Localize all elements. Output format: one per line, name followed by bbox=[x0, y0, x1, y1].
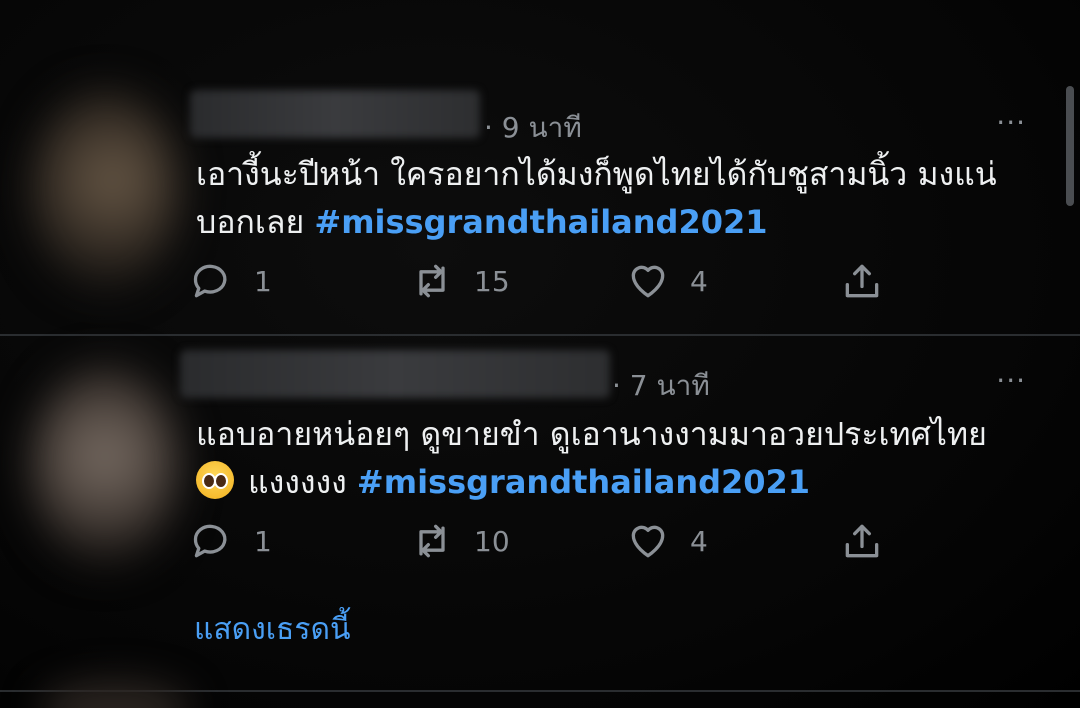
blurred-username[interactable] bbox=[180, 350, 610, 398]
timeline: · 9 นาที ··· เอางี้นะปีหน้า ใครอยากได้มง… bbox=[0, 0, 1080, 708]
reply-button[interactable]: 1 bbox=[190, 256, 272, 306]
tweet-text: แอบอายหน่อยๆ ดูขายขำ ดูเอานางงามมาอวยประ… bbox=[196, 410, 1036, 506]
tweet-text: เอางี้นะปีหน้า ใครอยากได้มงก็พูดไทยได้กั… bbox=[196, 150, 1036, 246]
retweet-icon bbox=[419, 524, 445, 558]
more-icon[interactable]: ··· bbox=[996, 106, 1026, 139]
tweet-timestamp[interactable]: · 9 นาที bbox=[484, 106, 582, 150]
share-button[interactable] bbox=[840, 256, 904, 306]
tweet[interactable]: · 7 นาที ··· แอบอายหน่อยๆ ดูขายขำ ดูเอาน… bbox=[0, 336, 1080, 681]
retweet-button[interactable]: 10 bbox=[410, 516, 510, 566]
hashtag-link[interactable]: #missgrandthailand2021 bbox=[314, 203, 767, 241]
pleading-face-emoji bbox=[196, 461, 234, 499]
share-icon bbox=[845, 264, 879, 298]
tweet-actions: 1 15 4 bbox=[190, 256, 910, 306]
retweet-count: 15 bbox=[474, 264, 510, 298]
avatar[interactable] bbox=[30, 90, 180, 290]
reply-count: 1 bbox=[254, 264, 272, 298]
retweet-button[interactable]: 15 bbox=[410, 256, 510, 306]
show-thread-link[interactable]: แสดงเธรดนี้ bbox=[194, 606, 350, 653]
retweet-count: 10 bbox=[474, 524, 510, 558]
like-icon bbox=[631, 525, 665, 558]
reply-count: 1 bbox=[254, 524, 272, 558]
avatar[interactable] bbox=[40, 680, 190, 708]
share-icon bbox=[845, 524, 879, 558]
more-icon[interactable]: ··· bbox=[996, 364, 1026, 397]
like-button[interactable]: 4 bbox=[626, 516, 708, 566]
reply-icon bbox=[193, 264, 227, 298]
tweet[interactable]: · 9 นาที ··· เอางี้นะปีหน้า ใครอยากได้มง… bbox=[0, 80, 1080, 334]
tweet-actions: 1 10 4 bbox=[190, 516, 910, 566]
reply-icon bbox=[193, 524, 227, 558]
tweet-timestamp[interactable]: · 7 นาที bbox=[612, 364, 710, 408]
retweet-icon bbox=[419, 264, 445, 298]
hashtag-link[interactable]: #missgrandthailand2021 bbox=[357, 463, 810, 501]
blurred-username[interactable] bbox=[190, 90, 480, 138]
like-icon bbox=[631, 265, 665, 298]
tweet-body: แอบอายหน่อยๆ ดูขายขำ ดูเอานางงามมาอวยประ… bbox=[196, 415, 987, 453]
like-button[interactable]: 4 bbox=[626, 256, 708, 306]
reply-button[interactable]: 1 bbox=[190, 516, 272, 566]
tweet-body-continued: แงงงงง bbox=[248, 463, 347, 501]
like-count: 4 bbox=[690, 524, 708, 558]
avatar[interactable] bbox=[30, 366, 180, 566]
like-count: 4 bbox=[690, 264, 708, 298]
share-button[interactable] bbox=[840, 516, 904, 566]
